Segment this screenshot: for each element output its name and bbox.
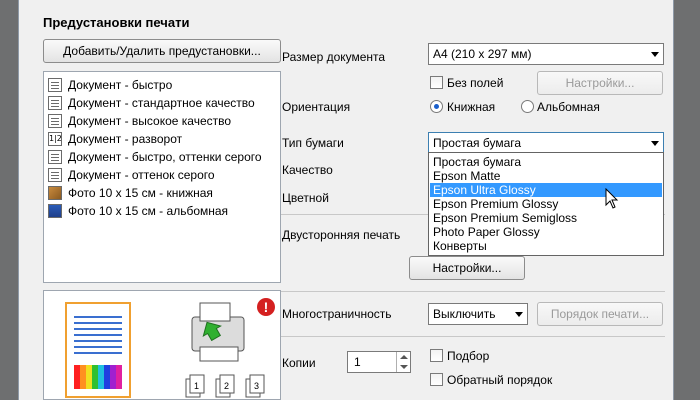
collate-checkbox[interactable] [430,349,443,362]
divider [281,291,665,292]
preset-item-label: Фото 10 x 15 см - альбомная [68,204,229,218]
photo-icon [48,186,62,200]
printer-icon [191,302,245,362]
orientation-portrait-radio[interactable] [430,100,443,113]
preset-item-label: Документ - стандартное качество [68,96,255,110]
booklet-icon: 1|2 [48,132,62,146]
paper-type-dropdown-list: Простая бумага Epson Matte Epson Ultra G… [428,152,664,256]
color-swatch [74,365,122,389]
preset-item-label: Документ - высокое качество [68,114,232,128]
duplex-label: Двусторонняя печать [282,228,401,242]
paper-type-option[interactable]: Epson Premium Semigloss [430,211,662,225]
photo-icon [48,204,62,218]
color-label: Цветной [282,191,329,205]
chevron-down-icon[interactable] [400,365,408,369]
multipage-select[interactable]: Выключить [428,303,528,325]
doc-size-value: A4 (210 x 297 мм) [433,47,532,61]
paper-type-option[interactable]: Epson Matte [430,169,662,183]
preset-item-label: Документ - разворот [68,132,183,146]
add-remove-presets-button[interactable]: Добавить/Удалить предустановки... [43,39,281,63]
print-preview: ! 1 2 3 [43,290,281,400]
orientation-portrait-label: Книжная [447,100,496,114]
preset-item[interactable]: Фото 10 x 15 см - альбомная [48,202,228,220]
borderless-label: Без полей [447,76,504,90]
copies-label: Копии [282,356,316,370]
preset-item[interactable]: Документ - быстро, оттенки серого [48,148,262,166]
document-icon [48,114,62,128]
preset-item[interactable]: Документ - стандартное качество [48,94,255,112]
orientation-label: Ориентация [282,100,351,114]
quality-label: Качество [282,163,333,177]
document-icon [48,78,62,92]
preset-item-label: Документ - оттенок серого [68,168,215,182]
borderless-settings-button[interactable]: Настройки... [537,71,663,95]
copies-value: 1 [354,355,361,369]
duplex-settings-button[interactable]: Настройки... [409,256,525,280]
presets-title: Предустановки печати [43,15,190,30]
paper-type-select[interactable]: Простая бумага [428,132,664,154]
preset-item[interactable]: Документ - оттенок серого [48,166,215,184]
paper-type-option[interactable]: Простая бумага [430,155,662,169]
document-icon [48,96,62,110]
chevron-down-icon [651,52,659,57]
borderless-checkbox[interactable] [430,76,443,89]
paper-type-option[interactable]: Epson Premium Glossy [430,197,662,211]
collate-label: Подбор [447,349,490,363]
orientation-landscape-radio[interactable] [521,100,534,113]
svg-text:3: 3 [254,381,259,391]
chevron-up-icon[interactable] [400,355,408,359]
print-settings-window: Предустановки печати Добавить/Удалить пр… [18,0,674,400]
doc-size-select[interactable]: A4 (210 x 297 мм) [428,43,664,65]
preset-item[interactable]: Фото 10 x 15 см - книжная [48,184,213,202]
page-text-lines [74,316,122,354]
paper-type-value: Простая бумага [433,136,522,150]
preset-item[interactable]: Документ - быстро [48,76,172,94]
multipage-value: Выключить [433,307,496,321]
chevron-down-icon [651,141,659,146]
paper-type-option-highlighted[interactable]: Epson Ultra Glossy [430,183,662,197]
document-icon [48,150,62,164]
preset-item-label: Фото 10 x 15 см - книжная [68,186,213,200]
preview-graphic: ! 1 2 3 [65,298,275,398]
copies-collate-icon: 1 2 3 [185,374,265,398]
presets-list: Документ - быстро Документ - стандартное… [43,71,281,283]
preset-item-label: Документ - быстро [68,78,173,92]
divider [281,336,665,337]
mouse-cursor-icon [605,188,619,209]
reverse-order-label: Обратный порядок [447,373,553,387]
preset-item[interactable]: Документ - высокое качество [48,112,231,130]
doc-size-label: Размер документа [282,50,386,64]
orientation-landscape-label: Альбомная [537,100,600,114]
preset-item[interactable]: 1|2 Документ - разворот [48,130,182,148]
svg-text:2: 2 [224,381,229,391]
chevron-down-icon [515,312,523,317]
svg-text:1: 1 [194,381,199,391]
paper-type-label: Тип бумаги [282,136,344,150]
document-icon [48,168,62,182]
paper-type-option[interactable]: Photo Paper Glossy [430,225,662,239]
preset-item-label: Документ - быстро, оттенки серого [68,150,262,164]
copies-spin-buttons[interactable] [396,352,410,372]
print-order-button[interactable]: Порядок печати... [537,302,663,326]
multipage-label: Многостраничность [282,307,392,321]
warning-glyph: ! [264,299,269,315]
reverse-order-checkbox[interactable] [430,373,443,386]
paper-type-option[interactable]: Конверты [430,239,662,253]
copies-stepper[interactable]: 1 [347,351,411,373]
